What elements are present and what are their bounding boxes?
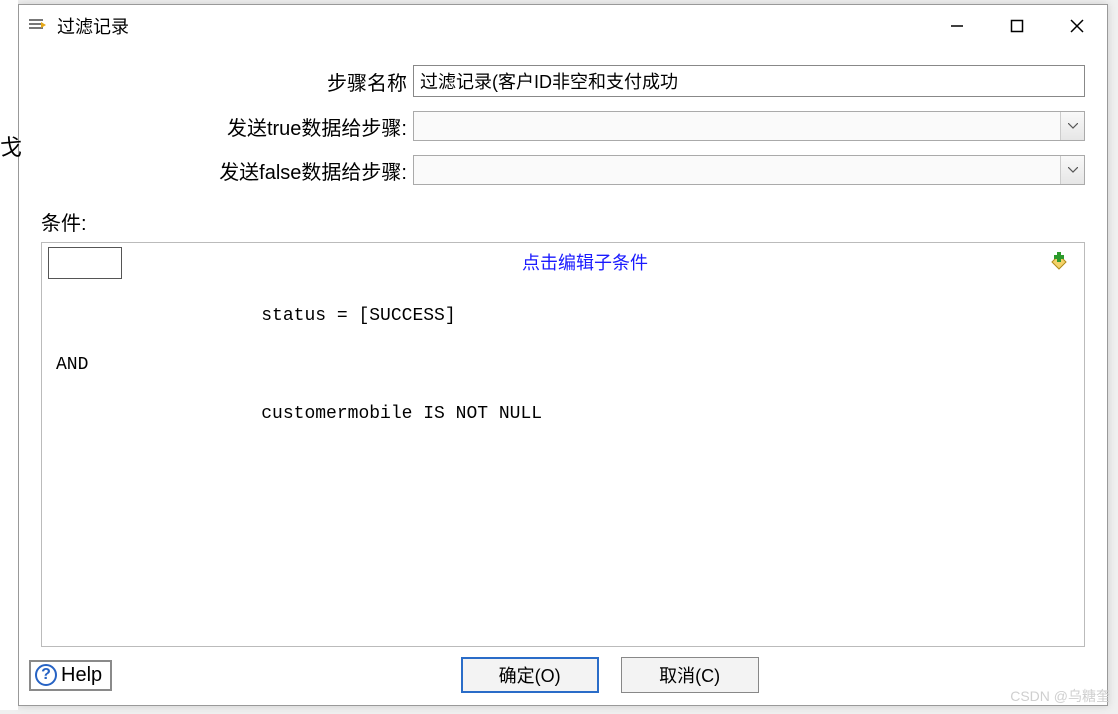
footer: ? Help 确定(O) 取消(C)	[19, 647, 1107, 705]
send-true-combo[interactable]	[413, 111, 1085, 141]
send-false-input[interactable]	[414, 156, 1060, 184]
condition-operator: AND	[56, 352, 1070, 379]
filter-icon	[27, 16, 47, 36]
chevron-down-icon[interactable]	[1060, 156, 1084, 184]
send-true-label: 发送true数据给步骤:	[41, 112, 413, 141]
conditions-panel: 点击编辑子条件 status = [SUCCESS] AND customerm…	[41, 242, 1085, 647]
condition-line: customermobile IS NOT NULL	[56, 401, 1070, 428]
conditions-label: 条件:	[19, 207, 1107, 242]
titlebar: 过滤记录	[19, 5, 1107, 47]
maximize-button[interactable]	[987, 5, 1047, 47]
form-area: 步骤名称 发送true数据给步骤: 发送false数据给步骤:	[19, 47, 1107, 207]
help-button[interactable]: ? Help	[29, 660, 112, 691]
conditions-body[interactable]: status = [SUCCESS] AND customermobile IS…	[42, 283, 1084, 470]
condition-line: status = [SUCCESS]	[56, 303, 1070, 330]
add-condition-icon[interactable]	[1048, 251, 1070, 273]
cancel-button[interactable]: 取消(C)	[621, 657, 759, 693]
condition-group-toggle[interactable]	[48, 247, 122, 279]
step-name-label: 步骤名称	[41, 67, 413, 96]
help-label: Help	[61, 664, 102, 687]
send-true-input[interactable]	[414, 112, 1060, 140]
ok-button[interactable]: 确定(O)	[461, 657, 599, 693]
background-fragment: 戈	[0, 0, 18, 710]
close-button[interactable]	[1047, 5, 1107, 47]
help-icon: ?	[35, 664, 57, 686]
step-name-input[interactable]	[413, 65, 1085, 97]
send-false-label: 发送false数据给步骤:	[41, 156, 413, 185]
minimize-button[interactable]	[927, 5, 987, 47]
chevron-down-icon[interactable]	[1060, 112, 1084, 140]
window-title: 过滤记录	[57, 13, 927, 39]
dialog-window: 过滤记录 步骤名称 发送true数据给步骤: 发送false数据给步骤:	[18, 4, 1108, 706]
send-false-combo[interactable]	[413, 155, 1085, 185]
edit-subcondition-link[interactable]: 点击编辑子条件	[122, 247, 1048, 275]
